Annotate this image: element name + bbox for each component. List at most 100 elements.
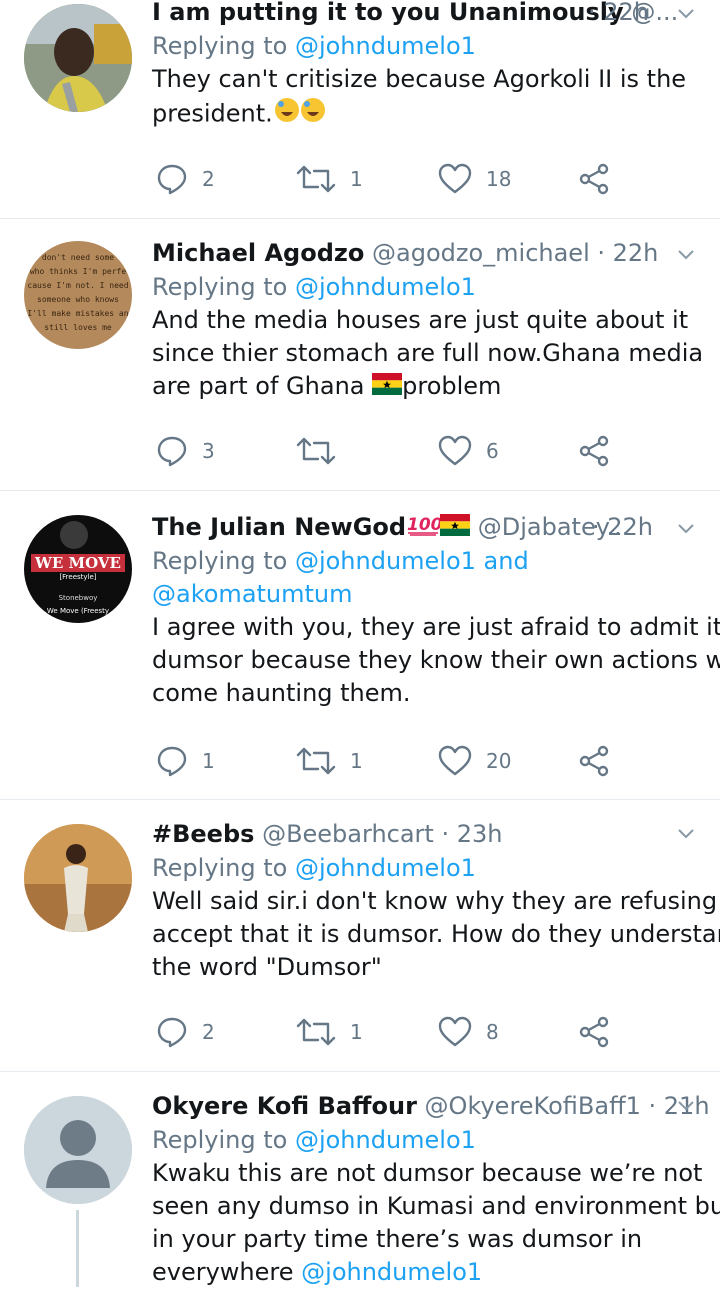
retweet-button[interactable]: 1 bbox=[296, 159, 363, 199]
avatar-text: WE MOVE bbox=[31, 554, 125, 572]
share-button[interactable] bbox=[578, 741, 610, 781]
retweet-icon bbox=[296, 437, 336, 465]
ghana-flag-icon bbox=[440, 510, 471, 546]
heart-icon bbox=[438, 745, 472, 776]
text-line: Well said sir.i don't know why they are … bbox=[152, 887, 720, 915]
display-name[interactable]: #Beebs bbox=[152, 820, 254, 848]
tweet-header: Michael Agodzo @agodzo_michael · 22h bbox=[152, 235, 700, 271]
reply-icon bbox=[157, 746, 187, 777]
text-line: are part of Ghana bbox=[152, 372, 365, 400]
chevron-down-icon[interactable] bbox=[676, 519, 696, 539]
heart-icon bbox=[438, 1016, 472, 1047]
replying-and: and bbox=[475, 547, 529, 575]
display-name[interactable]: The Julian NewGod bbox=[152, 513, 406, 541]
retweet-icon bbox=[296, 1018, 336, 1046]
timestamp[interactable]: · 22h bbox=[592, 509, 653, 545]
text-line: dumsor because they know their own actio… bbox=[152, 646, 720, 674]
svg-text:100: 100 bbox=[407, 515, 440, 535]
share-button[interactable] bbox=[578, 159, 610, 199]
tweet[interactable]: I am putting it to you Unanimously @... … bbox=[0, 0, 720, 218]
tweet-header: I am putting it to you Unanimously @... … bbox=[152, 0, 700, 30]
share-button[interactable] bbox=[578, 431, 610, 471]
timestamp[interactable]: · 22h bbox=[588, 0, 649, 30]
heart-icon bbox=[438, 163, 472, 194]
replying-to: Replying to @johndumelo1 and bbox=[152, 545, 700, 578]
like-count: 18 bbox=[486, 167, 512, 191]
reply-button[interactable]: 2 bbox=[156, 1012, 215, 1052]
tweet-header: Okyere Kofi Baffour @OkyereKofiBaff1 · 2… bbox=[152, 1088, 710, 1124]
share-button[interactable] bbox=[578, 1012, 610, 1052]
chevron-down-icon[interactable] bbox=[676, 4, 696, 24]
tweet[interactable]: WE MOVE [Freestyle] Stonebwoy We Move (F… bbox=[0, 491, 720, 799]
text-line: I agree with you, they are just afraid t… bbox=[152, 613, 720, 641]
mention-link[interactable]: @johndumelo1 bbox=[295, 32, 476, 60]
retweet-count: 1 bbox=[350, 167, 363, 191]
text-line: They can't critisize because Agorkoli II… bbox=[152, 65, 687, 93]
avatar-text: cause I'm not. I need bbox=[27, 281, 129, 290]
replying-label: Replying to bbox=[152, 273, 295, 301]
reply-icon bbox=[157, 1017, 187, 1048]
avatar-text: I'll make mistakes an bbox=[27, 309, 129, 318]
tweet-actions: 3 6 bbox=[152, 431, 700, 471]
user-handle[interactable]: @OkyereKofiBaff1 bbox=[425, 1092, 641, 1120]
retweet-button[interactable]: 1 bbox=[296, 1012, 363, 1052]
timestamp[interactable]: · 22h bbox=[597, 239, 658, 267]
display-name[interactable]: I am putting it to you Unanimously bbox=[152, 0, 624, 26]
mention-link[interactable]: @johndumelo1 bbox=[295, 854, 476, 882]
text-line: everywhere bbox=[152, 1258, 294, 1286]
text-line: And the media houses are just quite abou… bbox=[152, 306, 689, 334]
like-button[interactable]: 6 bbox=[438, 431, 499, 471]
mention-link[interactable]: @johndumelo1 bbox=[295, 273, 476, 301]
mention-link[interactable]: @johndumelo1 bbox=[295, 547, 476, 575]
mention-link[interactable]: @johndumelo1 bbox=[301, 1258, 482, 1286]
reply-button[interactable]: 1 bbox=[156, 741, 215, 781]
tweet-actions: 1 1 20 bbox=[152, 741, 700, 781]
reply-button[interactable]: 3 bbox=[156, 431, 215, 471]
avatar[interactable]: WE MOVE [Freestyle] Stonebwoy We Move (F… bbox=[24, 515, 132, 623]
tweet-header: The Julian NewGod 100 @Djabatey... · 22h bbox=[152, 509, 700, 545]
display-name[interactable]: Michael Agodzo bbox=[152, 239, 364, 267]
mention-link[interactable]: @johndumelo1 bbox=[295, 1126, 476, 1154]
tweet-text: Well said sir.i don't know why they are … bbox=[152, 885, 720, 984]
retweet-icon bbox=[296, 165, 336, 193]
like-count: 8 bbox=[486, 1020, 499, 1044]
avatar-text: still loves me bbox=[44, 323, 112, 332]
avatar[interactable] bbox=[24, 824, 132, 932]
tweet-text: And the media houses are just quite abou… bbox=[152, 304, 704, 404]
tweet[interactable]: don't need some who thinks I'm perfe cau… bbox=[0, 219, 720, 489]
avatar-photo bbox=[24, 4, 132, 112]
like-count: 6 bbox=[486, 439, 499, 463]
chevron-down-icon[interactable] bbox=[676, 245, 696, 265]
retweet-button[interactable]: 1 bbox=[296, 741, 363, 781]
mention-link[interactable]: @akomatumtum bbox=[152, 580, 353, 608]
user-handle[interactable]: @agodzo_michael bbox=[372, 239, 590, 267]
chevron-down-icon[interactable] bbox=[676, 1096, 696, 1116]
timestamp[interactable]: · 23h bbox=[441, 820, 502, 848]
avatar[interactable] bbox=[24, 4, 132, 112]
heart-icon bbox=[438, 435, 472, 466]
retweet-icon bbox=[296, 747, 336, 775]
tweet-text: I agree with you, they are just afraid t… bbox=[152, 611, 720, 710]
avatar[interactable] bbox=[24, 1096, 132, 1204]
hundred-points-emoji-icon: 100 bbox=[406, 510, 443, 546]
reply-button[interactable]: 2 bbox=[156, 159, 215, 199]
tweet[interactable]: #Beebs @Beebarhcart · 23h Replying to @j… bbox=[0, 800, 720, 1070]
retweet-button[interactable] bbox=[296, 431, 350, 471]
avatar[interactable]: don't need some who thinks I'm perfe cau… bbox=[24, 241, 132, 349]
user-handle[interactable]: @Beebarhcart bbox=[262, 820, 434, 848]
like-button[interactable]: 8 bbox=[438, 1012, 499, 1052]
avatar-text: don't need some bbox=[41, 253, 115, 262]
tweet-text: They can't critisize because Agorkoli II… bbox=[152, 63, 700, 133]
like-button[interactable]: 20 bbox=[438, 741, 511, 781]
text-line: since thier stomach are full now.Ghana m… bbox=[152, 339, 704, 367]
share-icon bbox=[579, 745, 609, 777]
display-name[interactable]: Okyere Kofi Baffour bbox=[152, 1092, 417, 1120]
tweet-text: Kwaku this are not dumsor because we’re … bbox=[152, 1157, 720, 1289]
replying-label: Replying to bbox=[152, 1126, 295, 1154]
thread-line bbox=[76, 1210, 79, 1287]
chevron-down-icon[interactable] bbox=[676, 824, 696, 844]
like-button[interactable]: 18 bbox=[438, 159, 511, 199]
avatar-text: Stonebwoy bbox=[58, 594, 98, 602]
text-line: in your party time there’s was dumsor in bbox=[152, 1225, 643, 1253]
tweet[interactable]: Okyere Kofi Baffour @OkyereKofiBaff1 · 2… bbox=[0, 1072, 720, 1287]
